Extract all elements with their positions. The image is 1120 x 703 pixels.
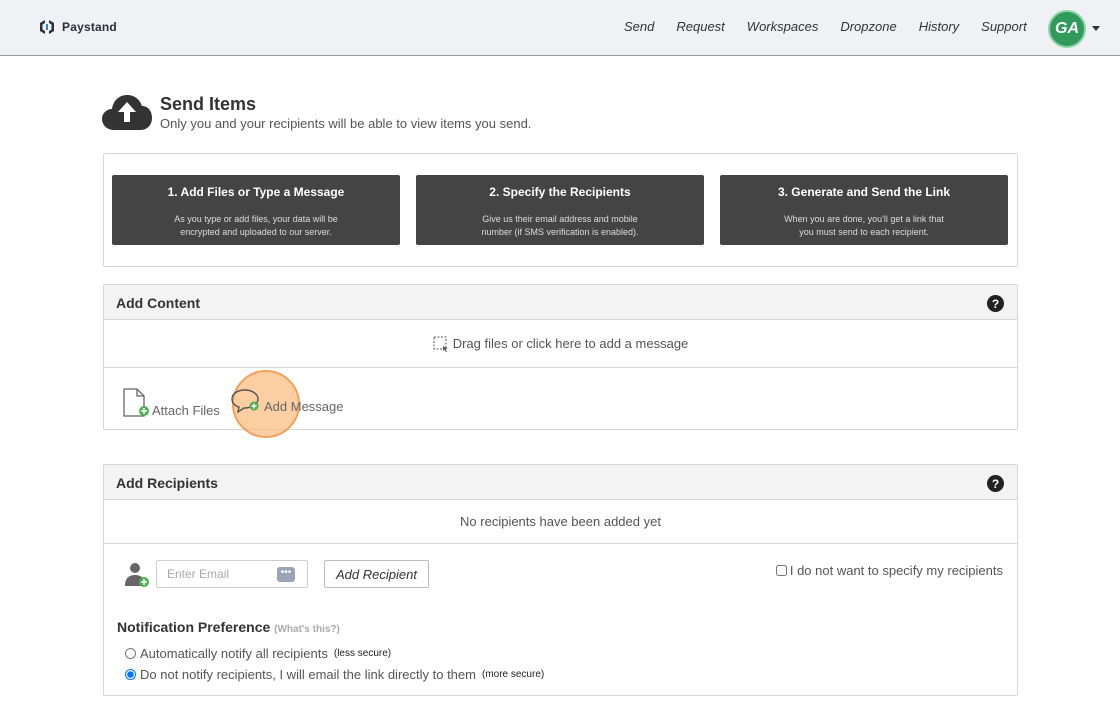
panel-header: Add Content ? [104, 285, 1017, 320]
attach-row: Attach Files Add Message [104, 368, 1017, 438]
brand-logo[interactable]: Paystand [38, 18, 117, 36]
add-user-icon [125, 563, 149, 587]
add-message-button[interactable]: Add Message [230, 388, 344, 414]
step-title: 3. Generate and Send the Link [777, 185, 951, 199]
notify-auto-option[interactable]: Automatically notify all recipients (les… [125, 646, 391, 661]
recipient-form: ••• Add Recipient I do not want to speci… [104, 544, 1017, 694]
notify-manual-label: Do not notify recipients, I will email t… [140, 667, 476, 682]
no-recipients-label: I do not want to specify my recipients [789, 563, 1003, 578]
attach-files-button[interactable]: Attach Files [122, 388, 220, 418]
brand-name: Paystand [62, 20, 117, 34]
page-title: Send Items [160, 94, 257, 114]
notify-auto-label: Automatically notify all recipients [140, 646, 328, 661]
notification-title-text: Notification Preference [117, 619, 271, 635]
top-navbar: Paystand Send Request Workspaces Dropzon… [0, 0, 1120, 56]
notify-manual-note: (more secure) [481, 669, 545, 680]
nav-send[interactable]: Send [624, 19, 654, 34]
step-title: 1. Add Files or Type a Message [167, 185, 345, 199]
step-specify-recipients: 2. Specify the Recipients Give us their … [416, 175, 704, 245]
main-nav: Send Request Workspaces Dropzone History… [624, 19, 1049, 34]
nav-history[interactable]: History [919, 19, 959, 34]
notify-manual-radio[interactable] [125, 669, 136, 680]
nav-support[interactable]: Support [981, 19, 1027, 34]
step-add-files: 1. Add Files or Type a Message As you ty… [112, 175, 400, 245]
help-icon[interactable]: ? [987, 475, 1004, 492]
email-field-wrapper: ••• [156, 560, 308, 588]
attach-files-label: Attach Files [152, 403, 220, 418]
panel-header: Add Recipients ? [104, 465, 1017, 500]
notify-auto-radio[interactable] [125, 648, 136, 659]
dropzone-text: Drag files or click here to add a messag… [452, 336, 689, 351]
notify-auto-note: (less secure) [333, 648, 392, 659]
steps-container: 1. Add Files or Type a Message As you ty… [103, 153, 1018, 267]
user-avatar[interactable]: GA [1048, 10, 1086, 48]
add-recipients-panel: Add Recipients ? No recipients have been… [103, 464, 1018, 696]
notification-preference-title: Notification Preference (What's this?) [117, 619, 340, 635]
whats-this-link[interactable]: (What's this?) [274, 624, 340, 635]
nav-request[interactable]: Request [676, 19, 724, 34]
add-recipient-button[interactable]: Add Recipient [324, 560, 429, 588]
chevron-down-icon[interactable] [1092, 26, 1100, 31]
no-recipients-checkbox[interactable] [775, 565, 787, 576]
notify-manual-option[interactable]: Do not notify recipients, I will email t… [125, 667, 544, 682]
step-description: As you type or add files, your data will… [174, 214, 338, 237]
no-recipients-option[interactable]: I do not want to specify my recipients [775, 563, 1003, 578]
step-description: Give us their email address and mobile n… [481, 214, 639, 237]
add-message-label: Add Message [264, 399, 344, 414]
more-options-icon[interactable]: ••• [277, 567, 295, 582]
panel-title: Add Content [116, 295, 200, 311]
dropzone-area[interactable]: Drag files or click here to add a messag… [104, 320, 1017, 368]
panel-title: Add Recipients [116, 475, 218, 491]
help-icon[interactable]: ? [987, 295, 1004, 312]
add-content-panel: Add Content ? Drag files or click here t… [103, 284, 1018, 438]
page-subtitle: Only you and your recipients will be abl… [160, 116, 532, 131]
nav-workspaces[interactable]: Workspaces [747, 19, 819, 34]
paystand-logo-icon [40, 20, 54, 34]
step-title: 2. Specify the Recipients [489, 185, 631, 199]
empty-recipients-message: No recipients have been added yet [104, 500, 1017, 544]
step-generate-link: 3. Generate and Send the Link When you a… [720, 175, 1008, 245]
cloud-upload-icon [102, 95, 152, 130]
step-description: When you are done, you'll get a link tha… [784, 214, 944, 237]
drop-target-icon [433, 336, 448, 352]
nav-dropzone[interactable]: Dropzone [840, 19, 896, 34]
chat-add-icon [231, 389, 259, 414]
file-add-icon [123, 388, 149, 417]
